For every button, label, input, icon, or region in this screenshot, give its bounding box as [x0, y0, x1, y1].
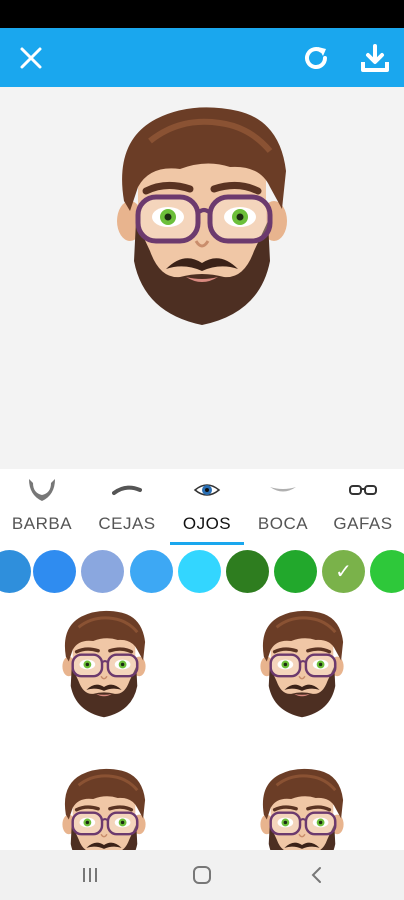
- tab-label: OJOS: [182, 514, 232, 533]
- home-button[interactable]: [172, 850, 232, 900]
- close-button[interactable]: [3, 28, 59, 87]
- tab-ojos[interactable]: OJOS: [170, 469, 244, 547]
- home-icon: [193, 866, 211, 884]
- eye-color-swatch[interactable]: [0, 550, 31, 593]
- eye-color-swatch[interactable]: [130, 550, 173, 593]
- tab-label: CEJAS: [98, 514, 156, 533]
- eye-style-option[interactable]: [257, 607, 347, 719]
- eye-color-swatch[interactable]: [178, 550, 221, 593]
- eyebrow-icon: [112, 485, 142, 495]
- avatar-preview: [0, 87, 404, 469]
- active-tab-indicator: [170, 542, 244, 545]
- avatar-thumbnail: [257, 607, 347, 719]
- refresh-icon: [305, 46, 327, 69]
- refresh-button[interactable]: [288, 28, 344, 87]
- eye-color-swatch[interactable]: [33, 550, 76, 593]
- avatar-thumbnail: [59, 607, 149, 719]
- tab-boca[interactable]: BOCA: [252, 469, 314, 547]
- tab-label: GAFAS: [333, 514, 393, 533]
- tab-label: BOCA: [257, 514, 309, 533]
- download-button[interactable]: [347, 28, 403, 87]
- eye-style-option[interactable]: [59, 607, 149, 719]
- glasses-icon: [349, 485, 377, 495]
- tab-barba[interactable]: BARBA: [8, 469, 76, 547]
- eye-color-picker: ✓: [0, 547, 404, 599]
- close-icon: [20, 47, 42, 68]
- feature-tabs: BARBA CEJAS OJOS BOCA GAFAS: [0, 469, 404, 547]
- eye-color-swatch[interactable]: [370, 550, 404, 593]
- eye-color-swatch[interactable]: [81, 550, 124, 593]
- download-icon: [361, 43, 389, 72]
- back-icon: [311, 867, 321, 883]
- tab-gafas[interactable]: GAFAS: [330, 469, 396, 547]
- eye-color-swatch[interactable]: ✓: [322, 550, 365, 593]
- check-icon: ✓: [335, 561, 352, 583]
- eye-style-grid: [0, 599, 404, 850]
- top-toolbar: [0, 28, 404, 87]
- avatar-thumbnail: [59, 765, 149, 850]
- eye-icon: [193, 484, 221, 496]
- eye-style-option[interactable]: [59, 765, 149, 850]
- tab-cejas[interactable]: CEJAS: [92, 469, 162, 547]
- eye-color-swatch[interactable]: [274, 550, 317, 593]
- tab-label: BARBA: [11, 514, 73, 533]
- beard-icon: [29, 479, 55, 501]
- recents-icon: [83, 868, 97, 882]
- avatar-thumbnail: [257, 765, 347, 850]
- back-button[interactable]: [286, 850, 346, 900]
- eye-color-swatch[interactable]: [226, 550, 269, 593]
- system-nav-bar: [0, 850, 404, 900]
- recents-button[interactable]: [60, 850, 120, 900]
- mouth-icon: [270, 487, 296, 492]
- eye-style-option[interactable]: [257, 765, 347, 850]
- status-bar: [0, 0, 404, 28]
- avatar-image: [110, 101, 294, 327]
